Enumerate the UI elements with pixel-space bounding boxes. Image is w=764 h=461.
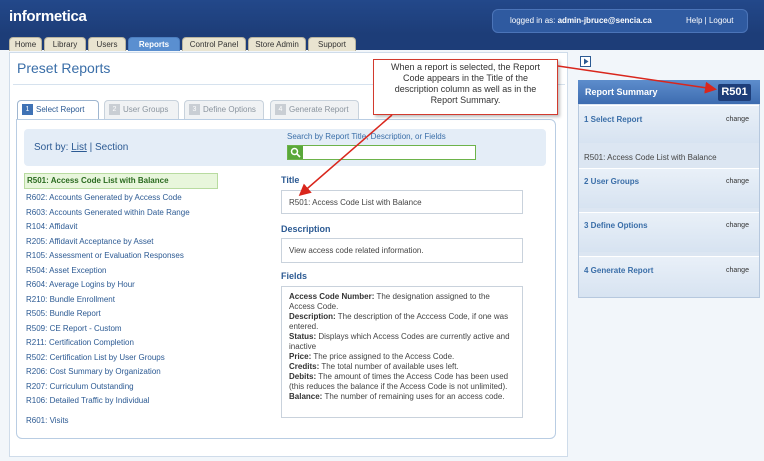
step-tab-user-groups[interactable]: 2 User Groups — [104, 100, 179, 119]
field-item: Debits: The amount of times the Access C… — [289, 372, 509, 391]
summary-section-3 — [579, 212, 759, 252]
list-item[interactable]: R504: Asset Exception — [26, 266, 107, 275]
list-item[interactable]: R502: Certification List by User Groups — [26, 353, 165, 362]
tab-home[interactable]: Home — [9, 37, 42, 51]
step-tab-select-report[interactable]: 1 Select Report — [17, 100, 99, 119]
summary-step-label: 3 Define Options — [584, 221, 648, 230]
annotation-callout: When a report is selected, the Report Co… — [373, 59, 558, 115]
search-input[interactable] — [287, 145, 476, 160]
list-item[interactable]: R205: Affidavit Acceptance by Asset — [26, 237, 154, 246]
summary-title: Report Summary — [585, 87, 658, 97]
summary-selected-report: R501: Access Code List with Balance — [584, 153, 717, 162]
field-item: Price: The price assigned to the Access … — [289, 352, 455, 361]
list-item[interactable]: R206: Cost Summary by Organization — [26, 367, 161, 376]
login-status: logged in as: admin-jbruce@sencia.ca — [510, 16, 652, 25]
fields-heading: Fields — [281, 271, 308, 281]
description-value: View access code related information. — [281, 238, 523, 263]
sort-list-link[interactable]: List — [71, 142, 87, 153]
list-item[interactable]: R505: Bundle Report — [26, 309, 101, 318]
title-heading: Title — [281, 175, 300, 185]
step-label: Define Options — [203, 105, 256, 114]
step-number: 3 — [189, 104, 200, 116]
list-item[interactable]: R210: Bundle Enrollment — [26, 295, 115, 304]
step-tab-generate-report[interactable]: 4 Generate Report — [270, 100, 359, 119]
step-label: User Groups — [123, 105, 169, 114]
summary-change-link[interactable]: change — [726, 178, 749, 185]
summary-report-code: R501 — [718, 84, 751, 101]
summary-change-link[interactable]: change — [726, 222, 749, 229]
sort-by: Sort by: List | Section — [34, 142, 128, 153]
list-item[interactable]: R604: Average Logins by Hour — [26, 280, 135, 289]
tab-control-panel[interactable]: Control Panel — [182, 37, 246, 51]
field-item: Status: Displays which Access Codes are … — [289, 332, 510, 351]
title-value: R501: Access Code List with Balance — [281, 190, 523, 214]
step-label: Select Report — [36, 105, 85, 114]
search-icon — [290, 147, 301, 158]
step-tab-define-options[interactable]: 3 Define Options — [184, 100, 264, 119]
step-number: 4 — [275, 104, 286, 116]
fields-box: Access Code Number: The designation assi… — [281, 286, 523, 418]
tab-reports[interactable]: Reports — [128, 37, 180, 51]
sort-section-link[interactable]: Section — [95, 142, 128, 153]
chevron-right-icon — [584, 58, 589, 65]
expand-panel-button[interactable] — [580, 56, 591, 67]
search-button[interactable] — [288, 146, 303, 159]
list-item[interactable]: R104: Affidavit — [26, 222, 77, 231]
summary-step-label: 2 User Groups — [584, 177, 640, 186]
list-item[interactable]: R105: Assessment or Evaluation Responses — [26, 251, 184, 260]
summary-section-2 — [579, 168, 759, 208]
summary-section-1 — [579, 105, 759, 143]
sort-separator: | — [89, 142, 93, 153]
summary-step-label: 4 Generate Report — [584, 266, 654, 275]
tab-users[interactable]: Users — [88, 37, 126, 51]
field-item: Description: The description of the Accc… — [289, 312, 509, 331]
list-item[interactable]: R207: Curriculum Outstanding — [26, 382, 134, 391]
step-number: 2 — [109, 104, 120, 116]
user-info-box: logged in as: admin-jbruce@sencia.ca Hel… — [492, 9, 748, 33]
tab-store-admin[interactable]: Store Admin — [248, 37, 306, 51]
field-item: Balance: The number of remaining uses fo… — [289, 392, 505, 401]
list-item[interactable]: R603: Accounts Generated within Date Ran… — [26, 208, 190, 217]
summary-section-4 — [579, 256, 759, 297]
list-item[interactable]: R509: CE Report - Custom — [26, 324, 122, 333]
list-item[interactable]: R601: Visits — [26, 416, 69, 425]
help-logout-links[interactable]: Help | Logout — [686, 16, 733, 25]
list-item[interactable]: R211: Certification Completion — [26, 338, 134, 347]
summary-change-link[interactable]: change — [726, 116, 749, 123]
list-item[interactable]: R602: Accounts Generated by Access Code — [26, 193, 182, 202]
field-item: Credits: The total number of available u… — [289, 362, 459, 371]
login-user: admin-jbruce@sencia.ca — [557, 16, 652, 25]
list-item[interactable]: R106: Detailed Traffic by Individual — [26, 396, 149, 405]
description-heading: Description — [281, 224, 331, 234]
app-logo[interactable]: informetica — [9, 8, 87, 25]
summary-step-label: 1 Select Report — [584, 115, 643, 124]
search-label: Search by Report Title, Description, or … — [287, 132, 446, 141]
tab-library[interactable]: Library — [44, 37, 86, 51]
sort-by-label: Sort by: — [34, 142, 69, 153]
page-title: Preset Reports — [17, 60, 111, 76]
step-label: Generate Report — [289, 105, 349, 114]
step-number: 1 — [22, 104, 33, 116]
list-item-selected[interactable]: R501: Access Code List with Balance — [24, 173, 218, 189]
summary-change-link[interactable]: change — [726, 267, 749, 274]
tab-support[interactable]: Support — [308, 37, 356, 51]
field-item: Access Code Number: The designation assi… — [289, 292, 490, 311]
